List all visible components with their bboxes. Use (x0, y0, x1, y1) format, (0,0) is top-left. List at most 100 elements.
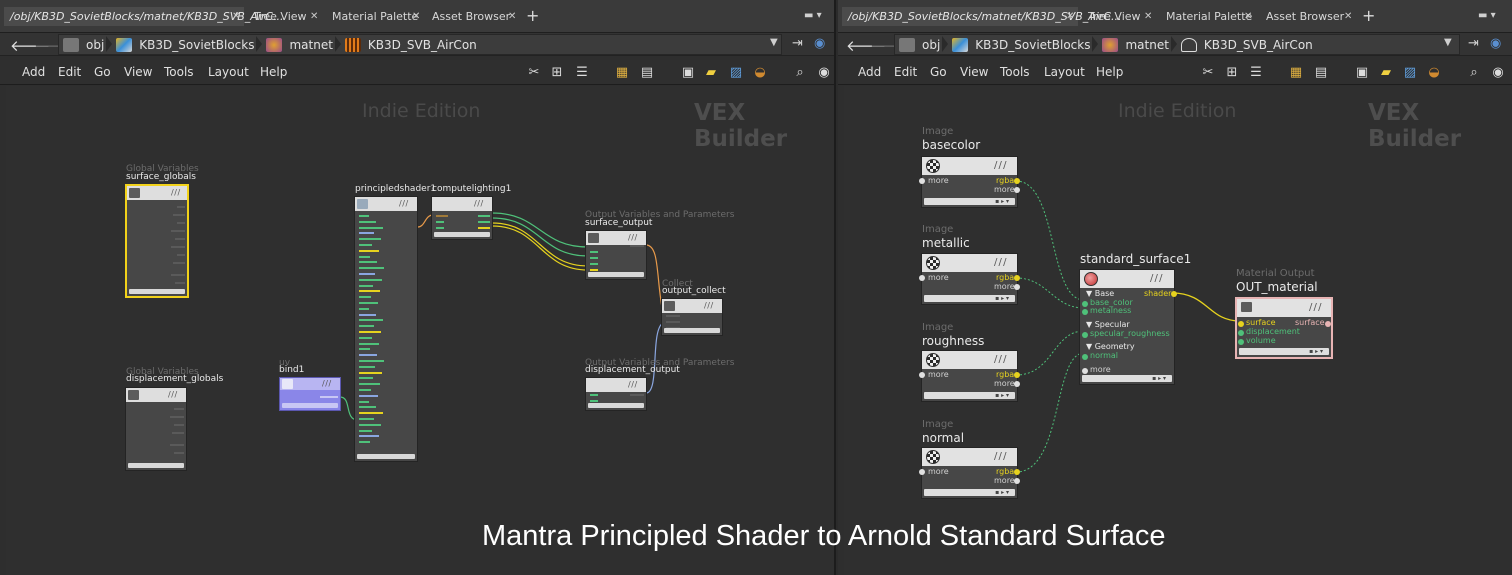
group-label-geometry[interactable]: ▼ Geometry (1086, 342, 1135, 351)
port-row (175, 282, 185, 284)
port-row (359, 273, 375, 275)
port-label: volume (1246, 336, 1276, 345)
wire (1015, 352, 1085, 473)
input-port[interactable] (919, 275, 925, 281)
port-row (359, 238, 381, 241)
output-port[interactable] (1014, 275, 1020, 281)
node-flags-icon[interactable]: / / / (994, 451, 1007, 462)
port-row (590, 269, 598, 271)
output-port[interactable] (1014, 469, 1020, 475)
surface-output-node[interactable]: / / / (585, 230, 647, 280)
node-flags-icon[interactable]: / / / (399, 199, 408, 208)
port-label: surface (1295, 318, 1325, 327)
group-label-specular[interactable]: ▼ Specular (1086, 320, 1130, 329)
node-name: displacement_globals (126, 374, 224, 384)
output-icon (1241, 302, 1252, 312)
bind-node[interactable]: / / / (279, 377, 341, 411)
wire (1171, 292, 1241, 322)
node-name: basecolor (922, 138, 981, 152)
input-port[interactable] (919, 178, 925, 184)
port-label: more (928, 467, 949, 476)
wire (491, 225, 589, 271)
port-row (359, 284, 373, 287)
port-row (359, 307, 369, 310)
input-port[interactable] (1238, 330, 1244, 336)
port-row (359, 360, 384, 362)
node-flags-icon[interactable]: / / / (704, 301, 713, 310)
port-row (359, 336, 372, 339)
output-port[interactable] (1325, 321, 1331, 327)
wire (491, 212, 589, 248)
port-row (630, 245, 644, 247)
output-icon (588, 233, 599, 243)
node-flags-icon[interactable]: / / / (171, 188, 180, 197)
output-port[interactable] (1014, 178, 1020, 184)
compute-lighting-node[interactable]: / / / (431, 196, 493, 240)
port-label: rgba (996, 467, 1015, 476)
output-port[interactable] (1014, 372, 1020, 378)
node-footer: ▪ ▸ ▾ (924, 198, 1015, 205)
image-texture-icon (926, 159, 940, 173)
node-flags-icon[interactable]: / / / (628, 233, 637, 242)
image-node-roughness[interactable]: / / / more rgba more ▪ ▸ ▾ (919, 350, 1020, 402)
node-name: normal (922, 431, 965, 445)
output-port[interactable] (1014, 381, 1020, 387)
image-node-metallic[interactable]: / / / more rgba more ▪ ▸ ▾ (919, 253, 1020, 305)
port-label: rgba (996, 273, 1015, 282)
input-port[interactable] (1082, 309, 1088, 315)
node-flags-icon[interactable]: / / / (1309, 302, 1322, 313)
node-flags-icon[interactable]: / / / (322, 379, 331, 388)
node-flags-icon[interactable]: / / / (994, 257, 1007, 268)
node-flags-icon[interactable]: / / / (994, 354, 1007, 365)
input-port[interactable] (1082, 368, 1088, 374)
node-flags-icon[interactable]: / / / (474, 199, 483, 208)
node-footer (588, 403, 644, 408)
principled-shader-node[interactable]: / / / (354, 196, 418, 462)
port-row (478, 227, 490, 229)
port-row (174, 424, 184, 426)
output-port[interactable] (1014, 187, 1020, 193)
port-row (170, 444, 184, 446)
port-row (590, 251, 598, 253)
group-label-base[interactable]: ▼ Base (1086, 289, 1114, 298)
output-port[interactable] (1171, 291, 1177, 297)
input-port[interactable] (1238, 321, 1244, 327)
image-node-normal[interactable]: / / / more rgba more ▪ ▸ ▾ (919, 447, 1020, 499)
port-row (359, 412, 383, 415)
port-row (359, 429, 372, 432)
port-row (359, 418, 374, 420)
input-port[interactable] (1238, 339, 1244, 345)
displacement-globals-node[interactable]: / / / (125, 387, 187, 471)
port-row (359, 342, 379, 345)
input-port[interactable] (919, 372, 925, 378)
input-port[interactable] (1082, 332, 1088, 338)
node-flags-icon[interactable]: / / / (1150, 273, 1163, 284)
surface-globals-node[interactable]: / / / (125, 184, 189, 298)
output-port[interactable] (1014, 478, 1020, 484)
displacement-output-node[interactable]: / / / (585, 377, 647, 411)
material-output-node[interactable]: / / / surface displacement volume surfac… (1235, 297, 1333, 359)
standard-surface-node[interactable]: / / / shader ▼ Base base_color metalness… (1079, 269, 1177, 385)
bind-icon (282, 379, 293, 389)
input-port[interactable] (1082, 301, 1088, 307)
port-row (359, 319, 383, 322)
port-row (177, 222, 185, 224)
node-flags-icon[interactable]: / / / (994, 160, 1007, 171)
node-footer: ▪ ▸ ▾ (1239, 348, 1329, 355)
node-flags-icon[interactable]: / / / (628, 380, 637, 389)
node-name: OUT_material (1236, 280, 1318, 294)
node-category: Material Output (1236, 268, 1315, 279)
input-port[interactable] (1082, 354, 1088, 360)
image-node-basecolor[interactable]: / / / more rgba more ▪ ▸ ▾ (919, 156, 1020, 208)
node-flags-icon[interactable]: / / / (168, 390, 177, 399)
port-row (359, 220, 376, 223)
node-category: Image (922, 419, 954, 430)
output-collect-node[interactable]: / / / (661, 298, 723, 336)
output-port[interactable] (1014, 284, 1020, 290)
node-header: / / / (280, 378, 340, 390)
input-port[interactable] (919, 469, 925, 475)
port-label: displacement (1246, 327, 1300, 336)
port-row (359, 215, 369, 217)
port-row (590, 263, 598, 265)
node-category: Image (922, 126, 954, 137)
